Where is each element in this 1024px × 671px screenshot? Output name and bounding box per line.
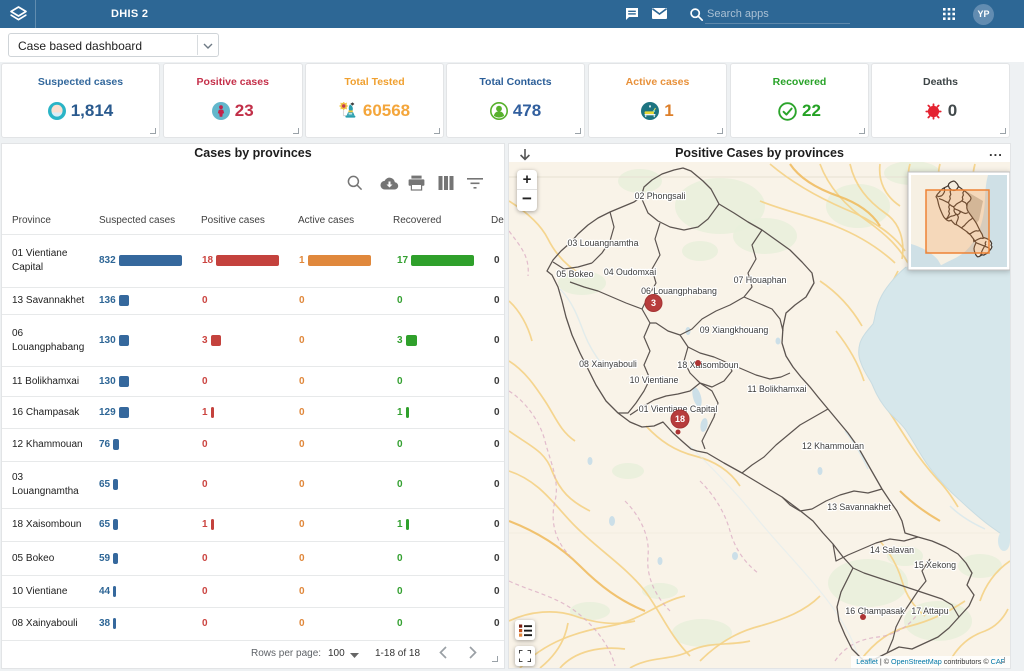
svg-text:11 Bolikhamxai: 11 Bolikhamxai (747, 384, 806, 394)
svg-text:17 Attapu: 17 Attapu (911, 606, 948, 616)
svg-text:13 Savannakhet: 13 Savannakhet (827, 502, 891, 512)
svg-text:3: 3 (651, 298, 656, 308)
svg-text:14 Salavan: 14 Salavan (870, 545, 914, 555)
svg-text:07 Houaphan: 07 Houaphan (734, 275, 787, 285)
svg-text:08 Xainyabouli: 08 Xainyabouli (579, 359, 637, 369)
svg-text:18 Xaisomboun: 18 Xaisomboun (677, 360, 738, 370)
svg-text:09 Xiangkhouang: 09 Xiangkhouang (700, 325, 769, 335)
svg-text:18: 18 (675, 414, 685, 424)
svg-text:16 Champasak: 16 Champasak (845, 606, 905, 616)
svg-text:04 Oudomxai: 04 Oudomxai (604, 267, 656, 277)
svg-text:05 Bokeo: 05 Bokeo (556, 269, 593, 279)
svg-text:02 Phongsali: 02 Phongsali (635, 191, 686, 201)
svg-text:15 Xekong: 15 Xekong (914, 560, 956, 570)
svg-text:03 Louangnamtha: 03 Louangnamtha (568, 238, 639, 248)
svg-text:12 Khammouan: 12 Khammouan (802, 441, 864, 451)
svg-text:10 Vientiane: 10 Vientiane (630, 375, 679, 385)
